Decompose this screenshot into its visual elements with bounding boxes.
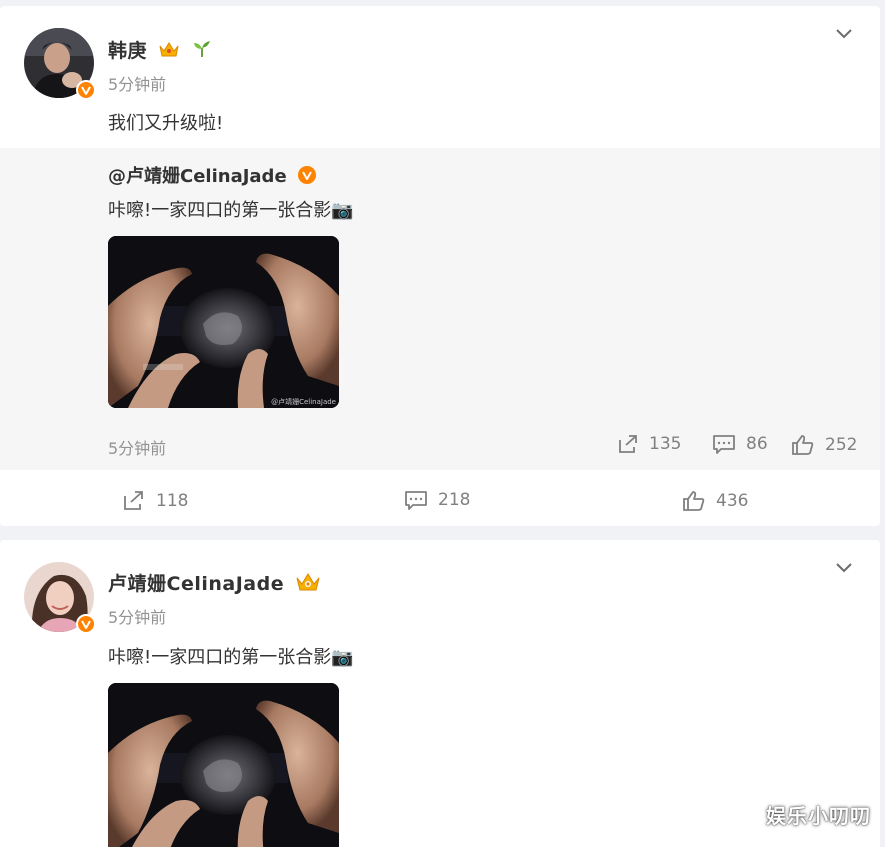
chevron-down-icon[interactable] (834, 560, 854, 574)
photo-watermark: @卢靖姗CelinaJade (271, 397, 336, 406)
avatar[interactable] (24, 28, 96, 100)
repost-share-count: 135 (649, 434, 682, 454)
avatar[interactable] (24, 562, 96, 634)
comment-count: 218 (438, 490, 471, 510)
post-text: 咔嚓!一家四口的第一张合影📷 (108, 647, 354, 668)
repost-box[interactable]: @卢靖姗CelinaJade 咔嚓!一家四口的第一张合影📷 @卢靖姗Celina… (0, 148, 880, 470)
repost-text-row: 咔嚓!一家四口的第一张合影📷 (108, 196, 354, 222)
comment-icon (405, 491, 427, 510)
repost-like-count: 252 (825, 435, 858, 455)
verified-badge-icon (297, 165, 317, 190)
repost-comment-count: 86 (746, 434, 768, 454)
repost-author[interactable]: @卢靖姗CelinaJade (108, 166, 287, 187)
repost-time[interactable]: 5分钟前 (108, 435, 166, 459)
share-button[interactable]: 118 (122, 490, 188, 512)
share-count: 118 (156, 491, 189, 511)
sprout-icon[interactable] (191, 39, 213, 64)
watermark: 娱乐小叨叨 (766, 804, 871, 828)
comment-button[interactable]: 218 (404, 490, 470, 510)
repost-like-button[interactable]: 252 (791, 434, 857, 456)
user-name[interactable]: 韩庚 (108, 40, 147, 62)
like-button[interactable]: 436 (682, 490, 748, 512)
like-icon (792, 435, 814, 455)
user-name-row: 韩庚 (108, 36, 213, 64)
crown-icon[interactable] (295, 571, 321, 598)
like-icon (683, 491, 705, 511)
like-count: 436 (716, 491, 749, 511)
post-text-row: 咔嚓!一家四口的第一张合影📷 (108, 643, 354, 669)
repost-icon (619, 435, 637, 453)
post-card: 韩庚 5分钟前 我们又升级啦! @卢靖姗CelinaJade 咔嚓!一家四口的第… (0, 6, 880, 526)
comment-icon (713, 435, 735, 454)
ultrasound-photo[interactable]: @卢靖姗CelinaJade (108, 236, 339, 408)
repost-comment-button[interactable]: 86 (712, 434, 768, 454)
verified-badge-icon (76, 614, 96, 634)
repost-share-button[interactable]: 135 (617, 434, 681, 454)
verified-badge-icon (76, 80, 96, 100)
post-time[interactable]: 5分钟前 (108, 71, 166, 95)
repost-author-row: @卢靖姗CelinaJade (108, 162, 317, 190)
ultrasound-photo[interactable] (108, 683, 339, 847)
post-text: 我们又升级啦! (108, 113, 224, 134)
post-card: 卢靖姗CelinaJade 5分钟前 咔嚓!一家四口的第一张合影📷 (0, 540, 880, 847)
chevron-down-icon[interactable] (834, 26, 854, 40)
user-name[interactable]: 卢靖姗CelinaJade (108, 573, 284, 595)
repost-text: 咔嚓!一家四口的第一张合影📷 (108, 200, 354, 221)
crown-icon[interactable] (158, 39, 180, 64)
repost-icon (124, 491, 143, 510)
post-time[interactable]: 5分钟前 (108, 604, 166, 628)
user-name-row: 卢靖姗CelinaJade (108, 569, 321, 598)
